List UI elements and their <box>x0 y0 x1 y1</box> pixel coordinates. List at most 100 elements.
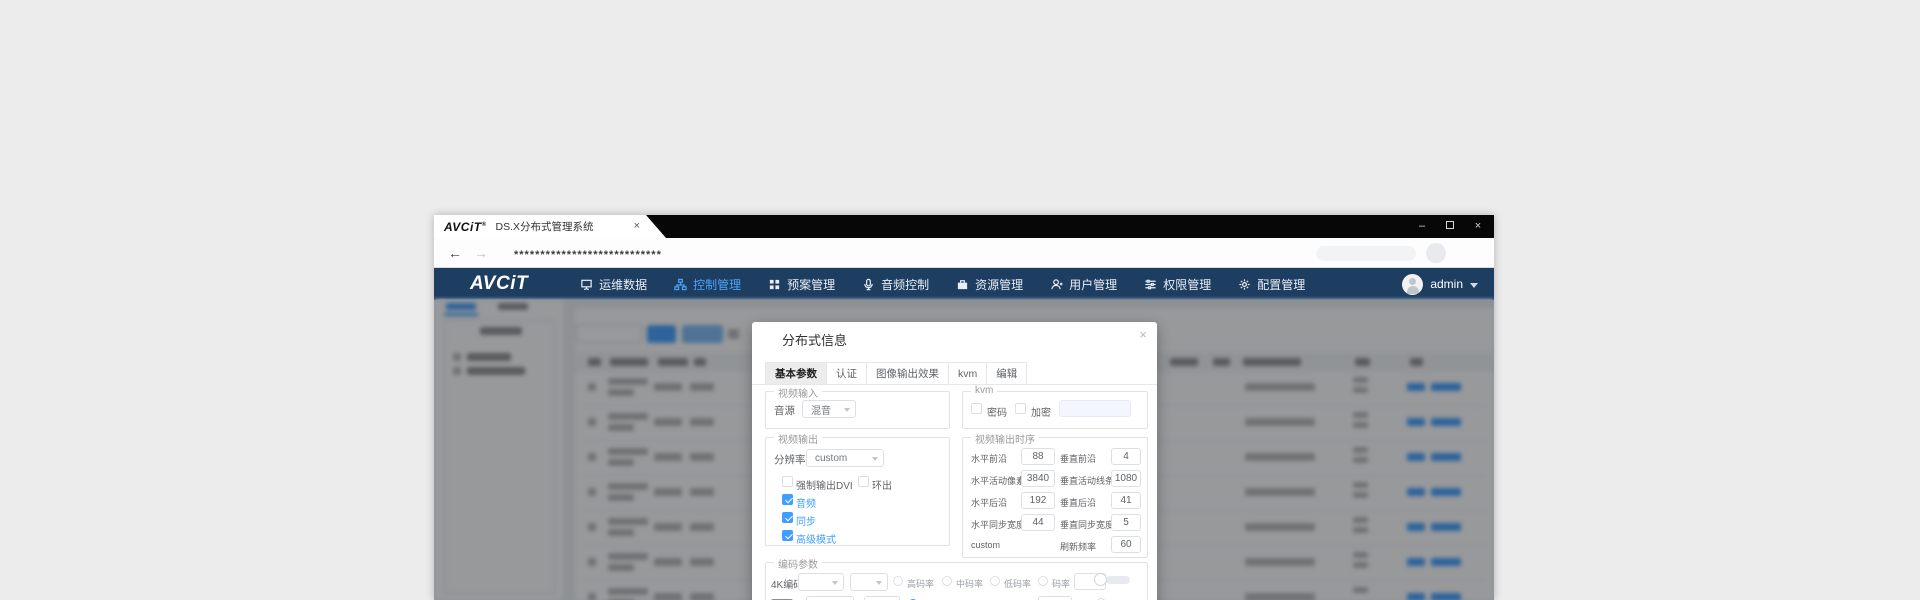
addressbar-pill <box>1316 246 1416 261</box>
group-legend: 视频输出时序 <box>971 431 1039 446</box>
kvm-group: kvm 密码 加密 <box>962 391 1148 429</box>
nodes-icon <box>674 278 687 291</box>
tab-basic-params[interactable]: 基本参数 <box>765 362 827 385</box>
sync-label: 同步 <box>796 513 816 528</box>
h-sync-width-input[interactable]: 44 <box>1021 514 1055 531</box>
row2-select[interactable] <box>864 596 900 600</box>
nav-item-user-management[interactable]: 用户管理 <box>1050 276 1117 293</box>
v-sync-width-label: 垂直同步宽度 <box>1060 518 1114 531</box>
sliders-icon <box>1144 278 1157 291</box>
encode-toggle[interactable] <box>1094 573 1130 587</box>
dialog-tabs: 基本参数 认证 图像输出效果 kvm 编辑 <box>765 362 1027 385</box>
refresh-rate-label: 刷新频率 <box>1060 540 1096 553</box>
registered-mark: ® <box>482 222 487 228</box>
advanced-mode-checkbox[interactable] <box>782 530 793 541</box>
low-bitrate-radio[interactable] <box>990 576 1000 586</box>
distributed-info-dialog: 分布式信息 × 基本参数 认证 图像输出效果 kvm 编辑 视频输入 音源 混音… <box>752 322 1157 600</box>
audio-source-select[interactable]: 混音 <box>802 400 856 418</box>
timing-row: 水平同步宽度 44 垂直同步宽度 5 <box>963 514 1147 532</box>
nav-item-plan-management[interactable]: 预案管理 <box>768 276 835 293</box>
loop-out-checkbox[interactable] <box>858 476 869 487</box>
nav-item-permission-management[interactable]: 权限管理 <box>1144 276 1211 293</box>
timing-row: 水平前沿 88 垂直前沿 4 <box>963 448 1147 466</box>
mic-icon <box>862 278 875 291</box>
v-back-porch-label: 垂直后沿 <box>1060 496 1096 509</box>
v-sync-width-input[interactable]: 5 <box>1111 514 1141 531</box>
custom-bitrate-radio[interactable] <box>1038 576 1048 586</box>
grid-icon <box>768 278 781 291</box>
forward-icon[interactable]: → <box>474 246 488 260</box>
low-bitrate-label: 低码率 <box>1004 577 1031 590</box>
nav-menu: 运维数据 控制管理 预案管理 音频控制 资源管理 <box>580 276 1305 293</box>
v-active-lines-input[interactable]: 1080 <box>1111 470 1141 487</box>
encrypt-checkbox[interactable] <box>1015 403 1026 414</box>
v-front-porch-label: 垂直前沿 <box>1060 452 1096 465</box>
maximize-button[interactable] <box>1444 221 1456 232</box>
resolution-label: 分辨率 <box>774 452 806 467</box>
gear-icon <box>1238 278 1251 291</box>
dialog-close-icon[interactable]: × <box>1139 327 1147 342</box>
toggle-track <box>1106 576 1130 584</box>
row2-input-2[interactable] <box>1038 596 1072 600</box>
address-input[interactable]: **************************** <box>514 245 662 261</box>
back-icon[interactable]: ← <box>448 246 462 260</box>
close-button[interactable]: × <box>1472 221 1484 232</box>
h-front-porch-input[interactable]: 88 <box>1021 448 1055 465</box>
timing-row: 水平后沿 192 垂直后沿 41 <box>963 492 1147 510</box>
profile-circle-icon[interactable] <box>1426 243 1446 263</box>
dialog-title: 分布式信息 <box>782 330 847 349</box>
group-legend: 编码参数 <box>774 556 822 571</box>
nav-item-label: 配置管理 <box>1257 276 1305 293</box>
nav-item-label: 权限管理 <box>1163 276 1211 293</box>
nav-item-config-management[interactable]: 配置管理 <box>1238 276 1305 293</box>
high-bitrate-label: 高码率 <box>907 577 934 590</box>
high-bitrate-radio[interactable] <box>893 576 903 586</box>
refresh-rate-input[interactable]: 60 <box>1111 536 1141 553</box>
v-back-porch-input[interactable]: 41 <box>1111 492 1141 509</box>
row2-input[interactable] <box>806 596 854 600</box>
nav-item-operations-data[interactable]: 运维数据 <box>580 276 647 293</box>
password-checkbox[interactable] <box>971 403 982 414</box>
tab-edit[interactable]: 编辑 <box>987 362 1027 385</box>
v-active-lines-label: 垂直活动线条 <box>1060 474 1114 487</box>
encode-select-2[interactable] <box>850 573 888 591</box>
advanced-mode-label: 高级模式 <box>796 531 836 546</box>
h-back-porch-input[interactable]: 192 <box>1021 492 1055 509</box>
custom-label: custom <box>971 540 1000 550</box>
username: admin <box>1430 277 1463 291</box>
user-menu[interactable]: admin <box>1402 274 1478 295</box>
tab-image-output-effect[interactable]: 图像输出效果 <box>867 362 949 385</box>
tab-auth[interactable]: 认证 <box>827 362 867 385</box>
minimize-button[interactable]: – <box>1416 221 1428 232</box>
audio-source-label: 音源 <box>774 403 795 418</box>
audio-checkbox[interactable] <box>782 494 793 505</box>
force-dvi-checkbox[interactable] <box>782 476 793 487</box>
h-active-pixels-label: 水平活动像素 <box>971 474 1025 487</box>
sync-checkbox[interactable] <box>782 512 793 523</box>
kvm-password-input[interactable] <box>1059 400 1131 417</box>
h-front-porch-label: 水平前沿 <box>971 452 1007 465</box>
nav-item-label: 音频控制 <box>881 276 929 293</box>
app-window: AVCiT® DS.X分布式管理系统 × – × ← → ***********… <box>434 215 1494 600</box>
tab-kvm[interactable]: kvm <box>949 362 987 385</box>
timing-row: custom 刷新频率 60 <box>963 536 1147 554</box>
tab-title: DS.X分布式管理系统 <box>496 219 594 234</box>
password-label: 密码 <box>987 404 1007 419</box>
h-active-pixels-input[interactable]: 3840 <box>1021 470 1055 487</box>
v-front-porch-input[interactable]: 4 <box>1111 448 1141 465</box>
force-dvi-label: 强制输出DVI <box>796 477 853 492</box>
encode-select-1[interactable] <box>798 573 844 591</box>
nav-item-label: 运维数据 <box>599 276 647 293</box>
tab-close-icon[interactable]: × <box>634 221 640 232</box>
resolution-select[interactable]: custom <box>806 449 884 467</box>
timing-row: 水平活动像素 3840 垂直活动线条 1080 <box>963 470 1147 488</box>
custom-bitrate-label: 码率 <box>1052 577 1070 590</box>
nav-item-resource-management[interactable]: 资源管理 <box>956 276 1023 293</box>
nav-item-audio-control[interactable]: 音频控制 <box>862 276 929 293</box>
maximize-icon <box>1446 221 1454 229</box>
browser-titlebar: AVCiT® DS.X分布式管理系统 × – × <box>434 215 1494 238</box>
video-input-group: 视频输入 音源 混音 <box>765 391 950 429</box>
nav-item-control-management[interactable]: 控制管理 <box>674 276 741 293</box>
mid-bitrate-radio[interactable] <box>942 576 952 586</box>
browser-tab[interactable]: AVCiT® DS.X分布式管理系统 × <box>434 215 666 238</box>
